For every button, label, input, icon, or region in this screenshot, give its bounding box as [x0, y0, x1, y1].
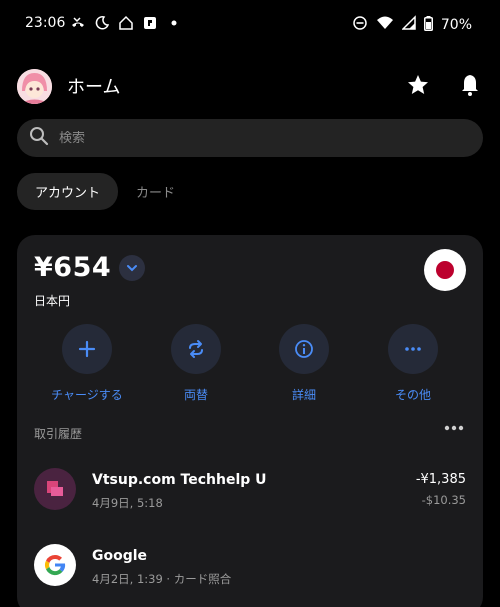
more-button[interactable]: その他 [358, 324, 468, 403]
details-button[interactable]: 詳細 [249, 324, 359, 403]
search-icon [29, 126, 49, 150]
transaction-row[interactable]: Google 4月2日, 1:39 · カード照合 [34, 544, 466, 589]
app-header: ホーム [17, 66, 483, 106]
quick-actions: チャージする 両替 詳細 その他 [17, 324, 483, 404]
status-time: 23:06 [25, 15, 66, 31]
page-title: ホーム [67, 77, 121, 98]
google-logo-icon [34, 544, 76, 586]
plus-icon [62, 324, 112, 374]
bedtime-icon [94, 15, 110, 31]
exchange-label: 両替 [183, 388, 208, 402]
currency-label: 日本円 [34, 294, 71, 308]
transaction-amount: -¥1,385 [415, 472, 466, 487]
exchange-button[interactable]: 両替 [141, 324, 251, 403]
top-up-label: チャージする [51, 388, 123, 402]
more-label: その他 [394, 388, 431, 402]
transaction-row[interactable]: Vtsup.com Techhelp U 4月9日, 5:18 -¥1,385 … [34, 468, 466, 513]
details-label: 詳細 [291, 388, 316, 402]
wifi-icon [376, 15, 394, 35]
notifications-bell-icon[interactable] [457, 72, 483, 98]
balance-amount: ¥654 [34, 252, 112, 283]
transaction-name: Vtsup.com Techhelp U [92, 472, 267, 488]
search-input[interactable] [59, 130, 439, 146]
merchant-logo-icon [34, 468, 76, 510]
account-tabs: アカウント カード [17, 173, 193, 210]
japan-flag-icon[interactable] [424, 249, 466, 291]
search-bar[interactable] [17, 119, 483, 157]
home-icon [118, 15, 134, 31]
missed-call-icon [70, 15, 86, 31]
avatar[interactable] [17, 68, 52, 104]
notification-icons [70, 15, 182, 31]
exchange-icon [171, 324, 221, 374]
favorites-star-icon[interactable] [405, 72, 431, 98]
transaction-date: 4月2日, 1:39 · カード照合 [92, 572, 232, 586]
dot-icon [166, 15, 182, 31]
dnd-icon [352, 15, 368, 35]
chevron-down-icon[interactable] [119, 254, 146, 281]
top-up-button[interactable]: チャージする [32, 324, 142, 403]
transaction-date: 4月9日, 5:18 [92, 496, 163, 510]
app-notification-icon [142, 15, 158, 31]
transaction-converted-amount: -$10.35 [421, 493, 466, 507]
battery-percent: 70% [440, 17, 472, 33]
more-icon [388, 324, 438, 374]
tab-card[interactable]: カード [118, 173, 193, 210]
transaction-name: Google [92, 548, 148, 564]
info-icon [279, 324, 329, 374]
status-bar: 23:06 70% [0, 0, 500, 50]
account-card: ¥654 日本円 チャージする 両替 詳細 その他 取引履歴 Vtsup.com… [17, 235, 483, 607]
system-status: 70% [352, 15, 472, 35]
history-more-icon[interactable] [442, 419, 466, 437]
history-title: 取引履歴 [34, 427, 83, 441]
signal-icon [401, 15, 416, 35]
tab-account[interactable]: アカウント [17, 173, 119, 210]
battery-icon [423, 15, 433, 35]
